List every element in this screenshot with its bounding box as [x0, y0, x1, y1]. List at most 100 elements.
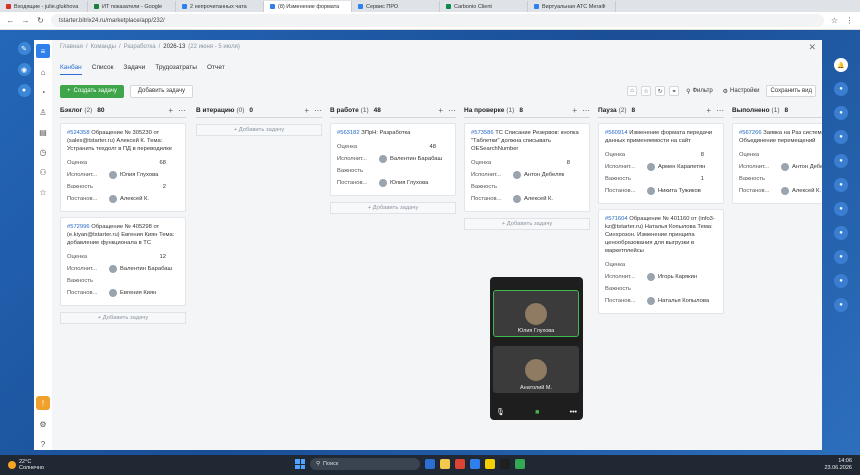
setter-value[interactable]: Наталья Копылова: [647, 297, 718, 305]
folder-icon[interactable]: [440, 459, 450, 469]
browser-tab[interactable]: 2 непрочитанных чата: [176, 1, 264, 12]
browser-tab[interactable]: Виртуальная АТС МегаФ: [528, 1, 616, 12]
explorer-icon[interactable]: [425, 459, 435, 469]
task-title[interactable]: #571604 Обращение № 401160 от (info3-kz@…: [605, 215, 718, 255]
avatar[interactable]: ●: [834, 202, 848, 216]
settings-button[interactable]: ⚙ Настройки: [720, 85, 763, 97]
chat-icon[interactable]: ◉: [17, 63, 31, 76]
browser-tab[interactable]: Входящие - julie.glukhova: [0, 1, 88, 12]
add-task-to-column-button[interactable]: + Добавить задачу: [196, 124, 322, 136]
video-tile[interactable]: Анатолий М.: [493, 346, 579, 393]
task-id[interactable]: #571604: [605, 216, 628, 222]
menu-dots-icon[interactable]: ⋮: [845, 16, 854, 25]
setter-value[interactable]: Алексей К.: [109, 195, 180, 203]
avatar[interactable]: ●: [834, 250, 848, 264]
add-icon[interactable]: +: [304, 106, 309, 115]
video-tile[interactable]: Юлия Глухова: [493, 290, 579, 337]
add-icon[interactable]: +: [572, 106, 577, 115]
assignee-value[interactable]: Антон Дебеляк: [781, 163, 822, 171]
browser-tab[interactable]: Сервис ПРО: [352, 1, 440, 12]
avatar[interactable]: ●: [834, 106, 848, 120]
assignee-value[interactable]: Валентин Барабаш: [109, 265, 180, 273]
task-card[interactable]: #572996 Обращение № 405298 от (e.kiyan@t…: [60, 217, 186, 306]
task-title[interactable]: #524358 Обращение № 305230 от (sales@tst…: [67, 129, 180, 153]
taskbar-search[interactable]: ⚲ Поиск: [310, 458, 420, 470]
star-icon[interactable]: ☆: [641, 86, 652, 96]
task-id[interactable]: #563182: [337, 130, 360, 136]
home-icon[interactable]: ⌂: [627, 86, 638, 96]
setter-value[interactable]: Алексей К.: [513, 195, 584, 203]
link-icon[interactable]: ⚭: [669, 86, 680, 96]
tab-timesheets[interactable]: Трудозатраты: [155, 64, 197, 75]
more-icon[interactable]: ⋯: [582, 106, 590, 115]
refresh-icon[interactable]: ↻: [655, 86, 666, 96]
task-card[interactable]: #571604 Обращение № 401160 от (info3-kz@…: [598, 209, 724, 314]
video-call-window[interactable]: Юлия Глухова Анатолий М. 🎙 ■ •••: [490, 277, 583, 420]
task-id[interactable]: #524358: [67, 130, 90, 136]
star-icon[interactable]: ☆: [830, 16, 839, 25]
browser-tab[interactable]: ИТ показатели - Google: [88, 1, 176, 12]
avatar[interactable]: ●: [834, 82, 848, 96]
close-icon[interactable]: ✕: [808, 42, 816, 53]
tab-kanban[interactable]: Канбан: [60, 64, 82, 75]
warning-icon[interactable]: !: [36, 396, 50, 410]
more-icon[interactable]: ⋯: [314, 106, 322, 115]
filter-button[interactable]: ⚲ Фильтр: [683, 85, 716, 97]
more-icon[interactable]: ⋯: [448, 106, 456, 115]
setter-value[interactable]: Алексей К.: [781, 187, 822, 195]
add-task-button[interactable]: Добавить задачу: [129, 84, 194, 98]
weather-widget[interactable]: 22°C Солнечно: [8, 459, 44, 471]
assignee-value[interactable]: Юлия Глухова: [109, 171, 180, 179]
add-task-to-column-button[interactable]: + Добавить задачу: [60, 312, 186, 324]
list-icon[interactable]: ▤: [37, 126, 49, 138]
reload-icon[interactable]: ↻: [36, 16, 45, 25]
task-id[interactable]: #573586: [471, 130, 494, 136]
home-icon[interactable]: ⌂: [37, 66, 49, 78]
task-card[interactable]: #563182 ЗПрН: Разработка Оценка 48 Исполнит…: [330, 123, 456, 196]
tab-list[interactable]: Список: [92, 64, 114, 75]
breadcrumb-teams[interactable]: Команды: [91, 44, 116, 50]
task-title[interactable]: #573586 ТС Списание Резервов: кнопка "Та…: [471, 129, 584, 153]
star-icon[interactable]: ☆: [37, 186, 49, 198]
add-icon[interactable]: +: [168, 106, 173, 115]
more-icon[interactable]: •••: [570, 409, 577, 416]
people-icon[interactable]: ⚇: [37, 166, 49, 178]
assignee-value[interactable]: Игорь Карякин: [647, 273, 718, 281]
bell-icon[interactable]: 🔔: [834, 58, 848, 72]
setter-value[interactable]: Юлия Глухова: [379, 179, 450, 187]
setter-value[interactable]: Евгения Киян: [109, 289, 180, 297]
telegram-icon[interactable]: [470, 459, 480, 469]
avatar[interactable]: ●: [834, 274, 848, 288]
assignee-value[interactable]: Антон Дебеляк: [513, 171, 584, 179]
breadcrumb-home[interactable]: Главная: [60, 44, 83, 50]
avatar[interactable]: ●: [834, 178, 848, 192]
task-title[interactable]: #572996 Обращение № 405298 от (e.kiyan@t…: [67, 223, 180, 247]
tab-tasks[interactable]: Задачи: [123, 64, 145, 75]
check-icon[interactable]: ◔: [37, 86, 49, 98]
edit-icon[interactable]: ✎: [17, 42, 31, 55]
more-icon[interactable]: ⋯: [716, 106, 724, 115]
tab-report[interactable]: Отчет: [207, 64, 225, 75]
menu-icon[interactable]: ≡: [36, 44, 50, 58]
browser-tab[interactable]: Carbonio Client: [440, 1, 528, 12]
breadcrumb-dev[interactable]: Разработка: [124, 44, 156, 50]
task-card[interactable]: #567266 Заявка на Раз систем. Тема: Объе…: [732, 123, 822, 204]
forward-icon[interactable]: →: [21, 16, 30, 25]
screen-share-icon[interactable]: ■: [535, 409, 539, 416]
task-title[interactable]: #560914 Изменение формата передачи данны…: [605, 129, 718, 145]
add-icon[interactable]: +: [706, 106, 711, 115]
task-card[interactable]: #573586 ТС Списание Резервов: кнопка "Та…: [464, 123, 590, 212]
help-icon[interactable]: ?: [37, 438, 49, 450]
avatar[interactable]: ●: [834, 130, 848, 144]
back-icon[interactable]: ←: [6, 16, 15, 25]
assignee-value[interactable]: Армен Карапетян: [647, 163, 718, 171]
avatar[interactable]: ●: [834, 226, 848, 240]
task-card[interactable]: #524358 Обращение № 305230 от (sales@tst…: [60, 123, 186, 212]
task-id[interactable]: #572996: [67, 224, 90, 230]
avatar[interactable]: ●: [834, 298, 848, 312]
setter-value[interactable]: Никита Тужиков: [647, 187, 718, 195]
add-task-to-column-button[interactable]: + Добавить задачу: [464, 218, 590, 230]
app-icon[interactable]: [515, 459, 525, 469]
windows-start-icon[interactable]: [295, 459, 305, 469]
save-view-button[interactable]: Сохранить вид: [766, 85, 816, 97]
